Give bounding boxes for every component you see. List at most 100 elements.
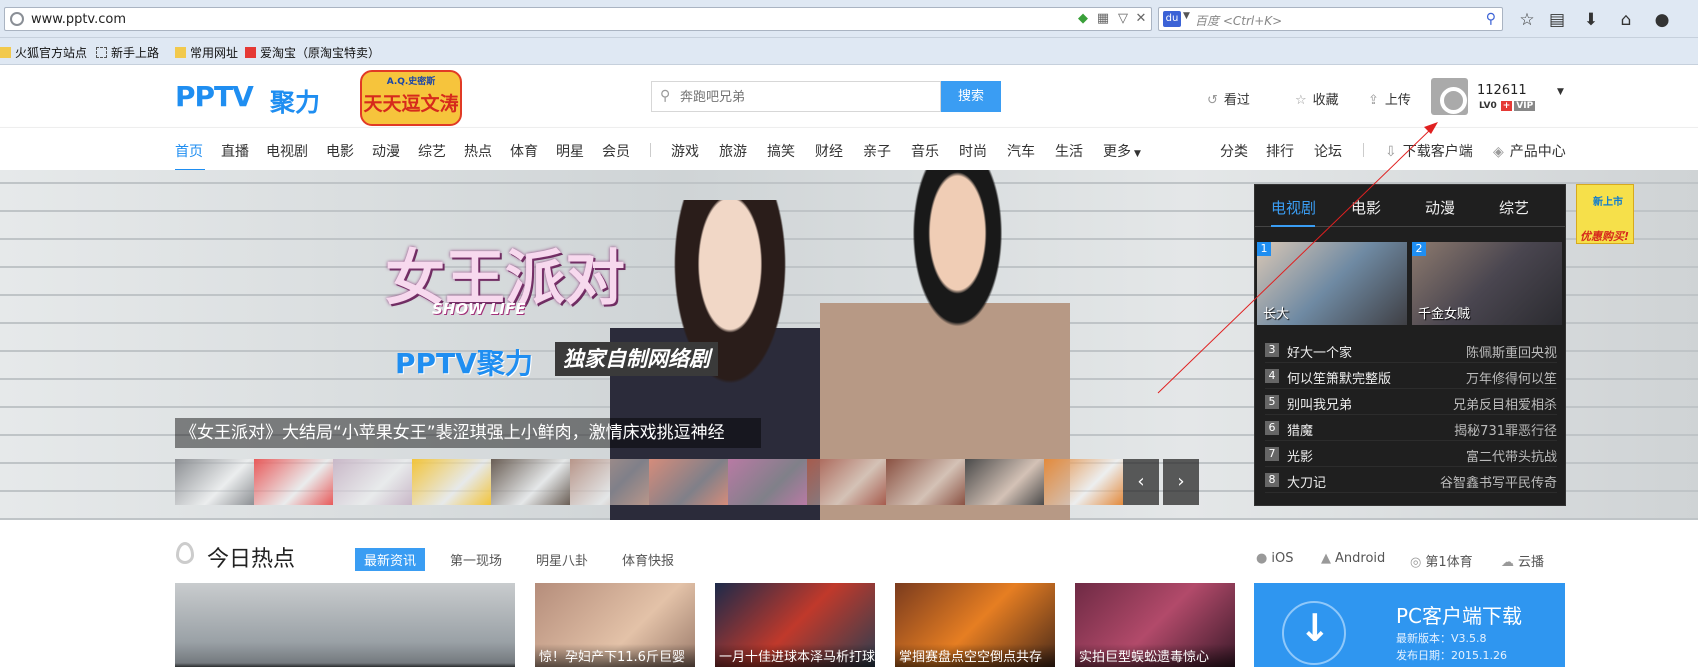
- nav-item-parenting[interactable]: 亲子: [863, 141, 891, 161]
- nav-item-music[interactable]: 音乐: [911, 141, 939, 161]
- tab-latest-news[interactable]: 最新资讯: [355, 548, 426, 571]
- rank-desc[interactable]: 富二代带头抗战: [1466, 446, 1557, 465]
- nav-item-variety[interactable]: 综艺: [418, 141, 446, 161]
- download-icon[interactable]: ⬇: [1580, 9, 1602, 31]
- tab-live-scene[interactable]: 第一现场: [441, 548, 511, 571]
- rank-desc[interactable]: 万年修得何以笙: [1466, 368, 1557, 387]
- close-icon[interactable]: ✕: [1133, 11, 1149, 27]
- news-card[interactable]: 掌掴赛盘点空空倒点共存: [895, 583, 1055, 667]
- banner-thumbnail[interactable]: [175, 459, 254, 505]
- baidu-icon[interactable]: du: [1163, 11, 1181, 27]
- shield-icon[interactable]: ◆: [1075, 11, 1091, 27]
- search-input[interactable]: [680, 87, 930, 107]
- rank-row[interactable]: 7 光影 富二代带头抗战: [1265, 441, 1557, 467]
- side-ad[interactable]: 新上市 优惠购买!: [1576, 184, 1634, 244]
- nav-item-forum[interactable]: 论坛: [1314, 141, 1342, 161]
- rank-row[interactable]: 5 别叫我兄弟 兄弟反目相爱相杀: [1265, 389, 1557, 415]
- nav-item-sports[interactable]: 体育: [510, 141, 538, 161]
- banner-thumbnail[interactable]: [570, 459, 649, 505]
- rank-title[interactable]: 别叫我兄弟: [1287, 394, 1352, 413]
- rank-desc[interactable]: 谷智鑫书写平民传奇: [1440, 472, 1557, 491]
- nav-item-finance[interactable]: 财经: [815, 141, 843, 161]
- news-card[interactable]: 一月十佳进球本泽马析打球: [715, 583, 875, 667]
- star-icon[interactable]: ☆: [1516, 9, 1538, 31]
- platform-cloud[interactable]: ☁ 云播: [1501, 551, 1544, 570]
- banner-thumbnail[interactable]: [649, 459, 728, 505]
- address-bar[interactable]: www.pptv.com ◆ ▦ ▽ ✕: [4, 7, 1152, 31]
- rank-desc[interactable]: 陈佩斯重回央视: [1466, 342, 1557, 361]
- platform-sports[interactable]: ◎ 第1体育: [1410, 551, 1473, 570]
- rank-row[interactable]: 8 大刀记 谷智鑫书写平民传奇: [1265, 467, 1557, 493]
- nav-item-funny[interactable]: 搞笑: [767, 141, 795, 161]
- bookmark-item[interactable]: 新手上路: [96, 44, 159, 61]
- rank-title[interactable]: 光影: [1287, 446, 1313, 465]
- user-name[interactable]: 112611: [1477, 83, 1527, 98]
- rank-row[interactable]: 3 好大一个家 陈佩斯重回央视: [1265, 337, 1557, 363]
- qr-code-icon[interactable]: ▦: [1095, 11, 1111, 27]
- platform-ios[interactable]: ● iOS: [1256, 551, 1293, 566]
- dropdown-icon[interactable]: ▽: [1115, 11, 1131, 27]
- banner-thumbnail[interactable]: [333, 459, 412, 505]
- site-search-box[interactable]: ⚲: [651, 81, 941, 112]
- rank-row[interactable]: 6 猎魔 揭秘731罪恶行径: [1265, 415, 1557, 441]
- prev-arrow-icon[interactable]: ‹: [1123, 459, 1159, 505]
- chat-icon[interactable]: ●: [1651, 9, 1673, 31]
- history-link[interactable]: ↺ 看过: [1207, 89, 1250, 108]
- nav-item-anime[interactable]: 动漫: [372, 141, 400, 161]
- tab-movie[interactable]: 电影: [1351, 197, 1381, 218]
- nav-item-hot[interactable]: 热点: [464, 141, 492, 161]
- bookmark-item[interactable]: 火狐官方站点: [0, 44, 87, 61]
- bookmark-item[interactable]: 爱淘宝（原淘宝特卖）: [245, 44, 380, 61]
- favorites-link[interactable]: ☆ 收藏: [1295, 89, 1339, 108]
- rank-title[interactable]: 好大一个家: [1287, 342, 1352, 361]
- banner-thumbnail[interactable]: [1044, 459, 1123, 505]
- search-icon[interactable]: ⚲: [1486, 11, 1496, 27]
- nav-item-travel[interactable]: 旅游: [719, 141, 747, 161]
- nav-item-ranking[interactable]: 排行: [1266, 141, 1294, 161]
- home-icon[interactable]: ⌂: [1615, 9, 1637, 31]
- banner-thumbnail[interactable]: [254, 459, 333, 505]
- nav-item-games[interactable]: 游戏: [671, 141, 699, 161]
- nav-item-vip[interactable]: 会员: [602, 141, 630, 161]
- banner-caption[interactable]: 《女王派对》大结局“小苹果女王”裴涩琪强上小鲜肉，激情床戏挑逗神经: [175, 418, 761, 448]
- user-menu-caret-icon[interactable]: ▼: [1557, 87, 1564, 97]
- pptv-logo-sub[interactable]: 聚力: [270, 83, 320, 119]
- tab-variety[interactable]: 综艺: [1499, 197, 1529, 218]
- news-card[interactable]: 惊！孕妇产下11.6斤巨婴: [535, 583, 695, 667]
- rank-top-item[interactable]: 1 长大: [1257, 242, 1407, 325]
- nav-item-auto[interactable]: 汽车: [1007, 141, 1035, 161]
- nav-item-life[interactable]: 生活: [1055, 141, 1083, 161]
- banner-thumbnail[interactable]: [965, 459, 1044, 505]
- nav-item-stars[interactable]: 明星: [556, 141, 584, 161]
- promo-logo[interactable]: A.Q.史密斯 天天逗文涛: [360, 70, 462, 126]
- tab-tv[interactable]: 电视剧: [1271, 197, 1316, 218]
- nav-item-home[interactable]: 首页: [175, 141, 203, 161]
- bookmark-item[interactable]: 常用网址: [175, 44, 238, 61]
- rank-desc[interactable]: 揭秘731罪恶行径: [1454, 420, 1557, 439]
- avatar[interactable]: [1431, 78, 1468, 115]
- rank-title[interactable]: 猎魔: [1287, 420, 1313, 439]
- nav-item-more[interactable]: 更多 ▼: [1103, 141, 1141, 161]
- tab-gossip[interactable]: 明星八卦: [527, 548, 597, 571]
- tab-anime[interactable]: 动漫: [1425, 197, 1455, 218]
- platform-android[interactable]: ▲ Android: [1321, 551, 1385, 566]
- banner-thumbnail[interactable]: [807, 459, 886, 505]
- pptv-logo[interactable]: PPTV: [175, 80, 254, 113]
- nav-item-download-client[interactable]: ⇩ 下载客户端: [1385, 141, 1473, 161]
- reading-list-icon[interactable]: ▤: [1546, 9, 1568, 31]
- tab-sports-news[interactable]: 体育快报: [613, 548, 683, 571]
- chevron-down-icon[interactable]: ▼: [1183, 11, 1190, 21]
- pc-client-download[interactable]: PC客户端下载 最新版本：V3.5.8 发布日期：2015.1.26: [1254, 583, 1565, 667]
- next-arrow-icon[interactable]: ›: [1163, 459, 1199, 505]
- rank-desc[interactable]: 兄弟反目相爱相杀: [1453, 394, 1557, 413]
- news-card[interactable]: 实拍巨型蜈蚣遗毒惊心: [1075, 583, 1235, 667]
- nav-item-fashion[interactable]: 时尚: [959, 141, 987, 161]
- rank-top-item[interactable]: 2 千金女贼: [1412, 242, 1562, 325]
- url-text[interactable]: www.pptv.com: [31, 12, 126, 27]
- nav-item-live[interactable]: 直播: [221, 141, 249, 161]
- nav-item-movie[interactable]: 电影: [326, 141, 354, 161]
- nav-item-category[interactable]: 分类: [1220, 141, 1248, 161]
- banner-thumbnail[interactable]: [728, 459, 807, 505]
- nav-item-products[interactable]: ◈ 产品中心: [1493, 141, 1566, 161]
- rank-title[interactable]: 何以笙箫默完整版: [1287, 368, 1391, 387]
